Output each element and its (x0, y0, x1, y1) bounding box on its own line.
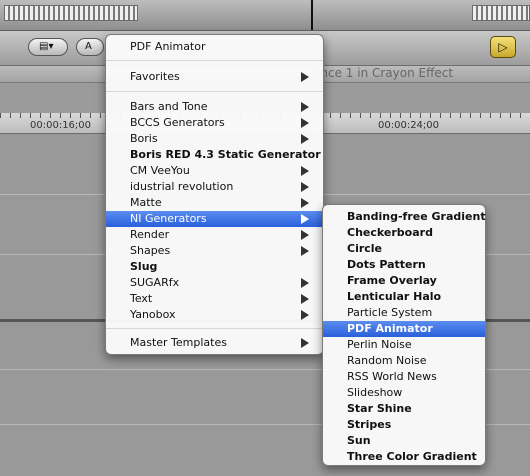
submenu-item-lenticular-halo[interactable]: Lenticular Halo (323, 289, 485, 305)
menu-item-header[interactable]: PDF Animator (106, 39, 323, 55)
submenu-arrow-icon (301, 310, 309, 320)
submenu-item-frame-overlay[interactable]: Frame Overlay (323, 273, 485, 289)
menu-item-favorites[interactable]: Favorites (106, 69, 323, 85)
submenu-arrow-icon (301, 214, 309, 224)
menu-item-label: Matte (130, 196, 162, 209)
submenu-item-label: Stripes (347, 418, 392, 431)
submenu-item-stripes[interactable]: Stripes (323, 417, 485, 433)
menu-item-label: PDF Animator (130, 40, 206, 53)
menu-item-slug[interactable]: Slug (106, 259, 323, 275)
submenu-item-label: Perlin Noise (347, 338, 412, 351)
menu-item-label: CM VeeYou (130, 164, 190, 177)
play-button[interactable]: ▷ (490, 36, 516, 58)
menu-item-label: Bars and Tone (130, 100, 208, 113)
menu-item-sugarfx[interactable]: SUGARfx (106, 275, 323, 291)
submenu-arrow-icon (301, 338, 309, 348)
menu-item-master-templates[interactable]: Master Templates (106, 335, 323, 351)
menu-item-label: SUGARfx (130, 276, 180, 289)
menu-item-ni-generators[interactable]: NI Generators (106, 211, 323, 227)
submenu-item-dots-pattern[interactable]: Dots Pattern (323, 257, 485, 273)
viewer-strip (0, 0, 530, 31)
menu-item-label: Text (130, 292, 153, 305)
submenu-item-star-shine[interactable]: Star Shine (323, 401, 485, 417)
menu-separator (106, 328, 323, 329)
submenu-item-three-color-gradient[interactable]: Three Color Gradient (323, 449, 485, 465)
submenu-arrow-icon (301, 182, 309, 192)
submenu-item-pdf-animator[interactable]: PDF Animator (323, 321, 485, 337)
submenu-item-label: Frame Overlay (347, 274, 437, 287)
submenu-item-label: Slideshow (347, 386, 403, 399)
submenu-item-label: Star Shine (347, 402, 412, 415)
submenu-arrow-icon (301, 198, 309, 208)
menu-item-idustrial-revolution[interactable]: idustrial revolution (106, 179, 323, 195)
play-icon: ▷ (498, 40, 508, 54)
submenu-arrow-icon (301, 278, 309, 288)
submenu-arrow-icon (301, 118, 309, 128)
submenu-item-label: Dots Pattern (347, 258, 426, 271)
submenu-item-rss-world-news[interactable]: RSS World News (323, 369, 485, 385)
text-icon: A (85, 41, 92, 52)
submenu-item-circle[interactable]: Circle (323, 241, 485, 257)
submenu-arrow-icon (301, 102, 309, 112)
timecode-1: 00:00:16;00 (30, 120, 92, 131)
menu-item-label: Slug (130, 260, 158, 273)
menu-item-label: BCCS Generators (130, 116, 225, 129)
filmstrip-right (472, 5, 530, 21)
menu-item-label: Boris RED 4.3 Static Generator (130, 148, 321, 161)
menu-item-cm-veeyou[interactable]: CM VeeYou (106, 163, 323, 179)
generator-menu: PDF Animator Favorites Bars and Tone BCC… (105, 34, 324, 355)
submenu-item-label: Banding-free Gradient (347, 210, 486, 223)
menu-item-bars-and-tone[interactable]: Bars and Tone (106, 99, 323, 115)
menu-item-text[interactable]: Text (106, 291, 323, 307)
submenu-arrow-icon (301, 230, 309, 240)
menu-separator (106, 91, 323, 92)
sequence-title: ence 1 in Crayon Effect (313, 66, 454, 80)
submenu-item-particle-system[interactable]: Particle System (323, 305, 485, 321)
submenu-item-label: Three Color Gradient (347, 450, 477, 463)
menu-item-boris-red[interactable]: Boris RED 4.3 Static Generator (106, 147, 323, 163)
menu-item-label: Yanobox (130, 308, 176, 321)
submenu-item-label: Random Noise (347, 354, 427, 367)
submenu-item-checkerboard[interactable]: Checkerboard (323, 225, 485, 241)
submenu-item-label: Lenticular Halo (347, 290, 442, 303)
submenu-arrow-icon (301, 294, 309, 304)
menu-item-yanobox[interactable]: Yanobox (106, 307, 323, 323)
menu-item-shapes[interactable]: Shapes (106, 243, 323, 259)
filmstrip-left (4, 5, 138, 21)
text-button[interactable]: A (76, 38, 104, 56)
submenu-arrow-icon (301, 72, 309, 82)
submenu-item-label: Sun (347, 434, 371, 447)
clip-menu-button[interactable]: ▤▾ (28, 38, 68, 56)
submenu-item-sun[interactable]: Sun (323, 433, 485, 449)
submenu-item-label: PDF Animator (347, 322, 433, 335)
submenu-item-random-noise[interactable]: Random Noise (323, 353, 485, 369)
submenu-arrow-icon (301, 134, 309, 144)
menu-item-label: Boris (130, 132, 158, 145)
ni-generators-submenu: Banding-free Gradient Checkerboard Circl… (322, 204, 486, 466)
submenu-arrow-icon (301, 166, 309, 176)
clip-menu-icon: ▤▾ (39, 41, 54, 52)
playhead[interactable] (311, 0, 313, 30)
menu-item-render[interactable]: Render (106, 227, 323, 243)
submenu-arrow-icon (301, 246, 309, 256)
menu-item-boris[interactable]: Boris (106, 131, 323, 147)
submenu-item-slideshow[interactable]: Slideshow (323, 385, 485, 401)
menu-item-matte[interactable]: Matte (106, 195, 323, 211)
menu-item-label: NI Generators (130, 212, 207, 225)
submenu-item-label: Circle (347, 242, 383, 255)
submenu-item-label: Checkerboard (347, 226, 433, 239)
menu-item-label: idustrial revolution (130, 180, 234, 193)
menu-separator (106, 60, 323, 61)
menu-item-label: Master Templates (130, 336, 227, 349)
menu-item-label: Render (130, 228, 170, 241)
menu-item-label: Shapes (130, 244, 171, 257)
menu-item-bccs-generators[interactable]: BCCS Generators (106, 115, 323, 131)
submenu-item-perlin-noise[interactable]: Perlin Noise (323, 337, 485, 353)
submenu-item-label: RSS World News (347, 370, 437, 383)
submenu-item-label: Particle System (347, 306, 433, 319)
menu-item-label: Favorites (130, 70, 180, 83)
submenu-item-banding-free-gradient[interactable]: Banding-free Gradient (323, 209, 486, 225)
timecode-2: 00:00:24;00 (378, 120, 440, 131)
